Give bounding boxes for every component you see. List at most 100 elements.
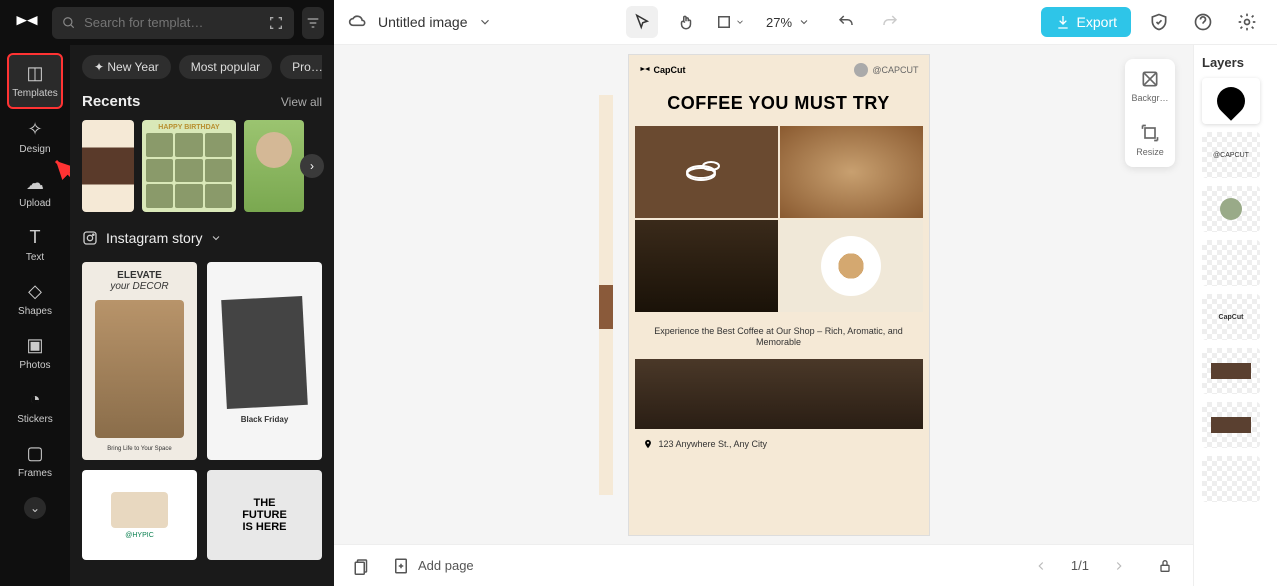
tool-label: Resize	[1136, 147, 1164, 157]
photos-icon: ▣	[26, 335, 43, 356]
cloud-icon	[348, 12, 368, 32]
hand-tool[interactable]	[670, 6, 702, 38]
recent-thumb-portrait[interactable]	[244, 120, 304, 212]
shapes-icon: ◇	[28, 281, 42, 302]
chevron-down-icon: ⌄	[24, 497, 46, 519]
sidebar-item-label: Shapes	[18, 306, 52, 317]
add-page-button[interactable]: Add page	[392, 557, 474, 575]
layer-thumb[interactable]: CapCut	[1202, 294, 1260, 340]
thumb-text: Bring Life to Your Space	[107, 446, 171, 452]
layers-panel: Layers @CAPCUT CapCut	[1193, 45, 1277, 586]
help-button[interactable]	[1187, 6, 1219, 38]
recents-heading: Recents	[82, 93, 140, 110]
prev-page-button[interactable]	[1025, 550, 1057, 582]
next-page-button[interactable]	[1103, 550, 1135, 582]
canvas-tools: Backgr… Resize	[1125, 59, 1175, 167]
sidebar-more[interactable]: ⌄	[7, 489, 63, 527]
layer-thumb[interactable]	[1202, 78, 1260, 124]
template-thumb-future[interactable]: THE FUTURE IS HERE	[207, 470, 322, 560]
thumb-text: Black Friday	[241, 415, 289, 424]
scan-icon[interactable]	[268, 15, 284, 31]
templates-panel: ✦ New Year Most popular Pro… Recents Vie…	[70, 45, 334, 586]
stickers-icon: ◔	[30, 389, 41, 410]
sidebar-item-shapes[interactable]: ◇ Shapes	[7, 273, 63, 325]
pin-icon	[643, 439, 653, 449]
view-all-link[interactable]: View all	[281, 95, 322, 109]
lock-button[interactable]	[1149, 550, 1181, 582]
undo-button[interactable]	[830, 6, 862, 38]
chevron-down-icon	[798, 16, 810, 28]
category-label: Instagram story	[106, 230, 202, 246]
shield-button[interactable]	[1143, 6, 1175, 38]
add-page-label: Add page	[418, 558, 474, 573]
chevron-down-icon	[210, 232, 222, 244]
sidebar-item-design[interactable]: ✧ Design	[7, 111, 63, 163]
design-icon: ✧	[27, 119, 42, 140]
sidebar-item-label: Design	[19, 144, 50, 155]
search-input[interactable]	[84, 15, 260, 30]
frames-icon: ▢	[26, 443, 43, 464]
chevron-down-icon[interactable]	[478, 15, 492, 29]
thumbs-next-button[interactable]: ›	[300, 154, 324, 178]
doc-title[interactable]: Untitled image	[378, 14, 468, 30]
export-button[interactable]: Export	[1041, 7, 1131, 37]
templates-icon: ◫	[26, 63, 43, 84]
sidebar-item-label: Upload	[19, 198, 51, 209]
add-page-icon	[392, 557, 410, 575]
download-icon	[1055, 14, 1071, 30]
canvas-area: CapCut @CAPCUT COFFEE YOU MUST TRY	[334, 45, 1193, 586]
canvas-image-latte	[780, 220, 923, 312]
template-thumb-decor[interactable]: ELEVATE your DECOR Bring Life to Your Sp…	[82, 262, 197, 460]
resize-tool[interactable]: Resize	[1125, 113, 1175, 167]
main-sidebar: ◫ Templates ✧ Design ☁ Upload T Text ◇ S…	[0, 45, 70, 586]
sidebar-item-label: Frames	[18, 468, 52, 479]
pages-button[interactable]	[346, 550, 378, 582]
recent-thumb-coffee[interactable]	[82, 120, 134, 212]
page-indicator: 1/1	[1071, 558, 1089, 573]
sidebar-item-label: Photos	[19, 360, 50, 371]
filter-button[interactable]	[302, 7, 324, 39]
canvas-address: 123 Anywhere St., Any City	[629, 429, 929, 459]
zoom-value: 27%	[766, 15, 792, 30]
background-tool[interactable]: Backgr…	[1125, 59, 1175, 113]
thumb-text: FUTURE	[242, 509, 287, 521]
sidebar-item-upload[interactable]: ☁ Upload	[7, 165, 63, 217]
cursor-tool[interactable]	[626, 6, 658, 38]
sidebar-item-stickers[interactable]: ◔ Stickers	[7, 381, 63, 433]
template-thumb-sweater[interactable]: @HYPIC	[82, 470, 197, 560]
chip-pro[interactable]: Pro…	[280, 55, 322, 79]
thumb-text: your DECOR	[110, 281, 168, 292]
layers-heading: Layers	[1202, 55, 1269, 70]
layer-thumb[interactable]	[1202, 402, 1260, 448]
thumb-text: ELEVATE	[117, 270, 162, 281]
template-thumb-blackfriday[interactable]: Black Friday	[207, 262, 322, 460]
sidebar-item-frames[interactable]: ▢ Frames	[7, 435, 63, 487]
category-header[interactable]: Instagram story	[82, 230, 322, 246]
layer-thumb[interactable]	[1202, 348, 1260, 394]
layer-thumb[interactable]	[1202, 456, 1260, 502]
layer-thumb[interactable]	[1202, 186, 1260, 232]
layer-thumb[interactable]	[1202, 240, 1260, 286]
sidebar-item-text[interactable]: T Text	[7, 219, 63, 271]
zoom-control[interactable]: 27%	[758, 15, 818, 30]
layer-thumb[interactable]: @CAPCUT	[1202, 132, 1260, 178]
chip-new-year[interactable]: ✦ New Year	[82, 55, 171, 79]
app-logo[interactable]	[10, 0, 44, 45]
chip-most-popular[interactable]: Most popular	[179, 55, 272, 79]
recent-thumb-birthday[interactable]: HAPPY BIRTHDAY	[142, 120, 236, 212]
sidebar-item-templates[interactable]: ◫ Templates	[7, 53, 63, 109]
canvas-image-shop	[635, 359, 923, 429]
redo-button[interactable]	[874, 6, 906, 38]
text-icon: T	[30, 227, 41, 248]
sidebar-item-photos[interactable]: ▣ Photos	[7, 327, 63, 379]
canvas-side-strips	[599, 95, 613, 495]
search-icon	[62, 16, 76, 30]
settings-button[interactable]	[1231, 6, 1263, 38]
artboard[interactable]: CapCut @CAPCUT COFFEE YOU MUST TRY	[629, 55, 929, 535]
upload-icon: ☁	[26, 173, 44, 194]
search-input-wrap[interactable]	[52, 7, 294, 39]
canvas-image-pour	[635, 220, 778, 312]
thumb-text: THE	[254, 497, 276, 509]
export-label: Export	[1077, 14, 1117, 30]
crop-tool[interactable]	[714, 6, 746, 38]
